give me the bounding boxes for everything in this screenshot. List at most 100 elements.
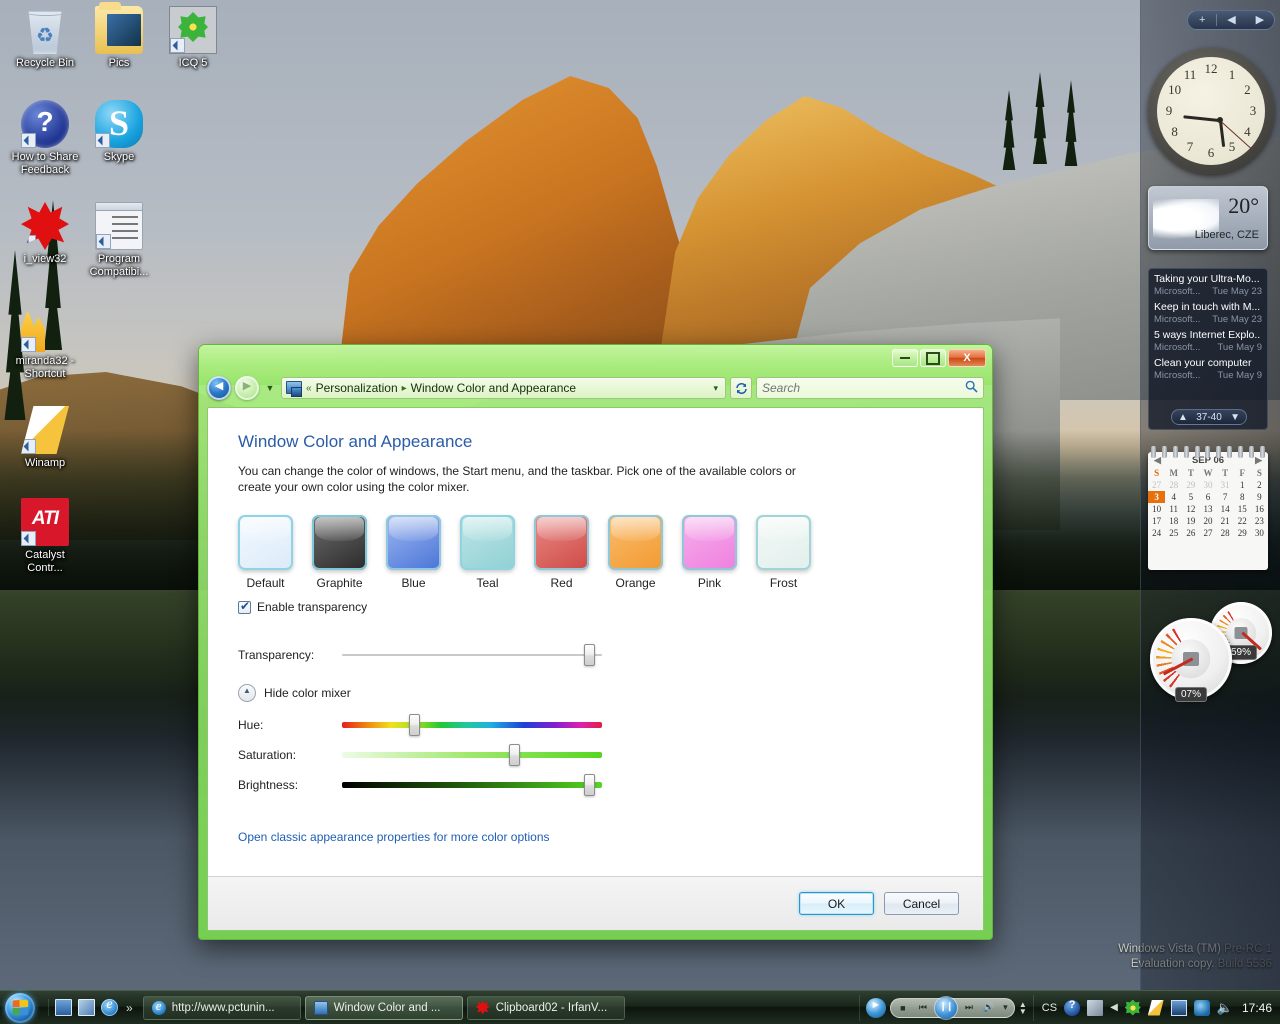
calendar-day-cell[interactable]: 8 (1234, 491, 1251, 503)
calendar-day-cell[interactable]: 14 (1217, 503, 1234, 515)
media-previous-button[interactable]: ⏮ (915, 1002, 931, 1013)
help-icon[interactable] (1064, 999, 1081, 1016)
saturation-slider-row[interactable]: Saturation: (238, 740, 953, 770)
desktop[interactable]: Recycle Bin Pics ICQ 5 How to Share Feedbac… (0, 0, 1280, 1024)
taskbar-clock[interactable]: 17:46 (1240, 1001, 1272, 1015)
media-play-pause-button[interactable] (934, 996, 957, 1019)
desktop-icon-recycle-bin[interactable]: Recycle Bin (8, 6, 82, 70)
brightness-slider-row[interactable]: Brightness: (238, 770, 953, 800)
calendar-day-cell[interactable]: 1 (1234, 479, 1251, 491)
calendar-gadget[interactable]: ◀ SEP 06 ▶ SMTWTFS 27 28 29 30 31 1 2 3 4 5 6 7 8 9 10… (1148, 446, 1268, 570)
transparency-slider[interactable] (342, 644, 602, 666)
brightness-slider-thumb[interactable] (583, 774, 595, 796)
media-volume-caret-icon[interactable]: ▾ (1001, 1002, 1010, 1013)
task-button-list[interactable]: http://www.pctunin... Window Color and ..… (135, 995, 859, 1020)
desktop-icon-miranda32-shortcut[interactable]: miranda32 - Shortcut (8, 304, 82, 381)
windows-sidebar[interactable]: + ◀ ▶ 1 2 3 4 5 6 7 8 9 10 11 12 20° Liberec, CZE (1140, 0, 1280, 1024)
saturation-slider-thumb[interactable] (508, 744, 520, 766)
calendar-day-cell[interactable]: 29 (1182, 479, 1199, 491)
calendar-day-cell[interactable]: 6 (1199, 491, 1216, 503)
brightness-slider[interactable] (342, 774, 602, 796)
calendar-day-cell[interactable]: 4 (1165, 491, 1182, 503)
media-next-button[interactable]: ⏭ (961, 1002, 977, 1013)
taskbar-task-button[interactable]: Window Color and ... (304, 995, 463, 1020)
windows-media-player-icon[interactable] (865, 997, 886, 1018)
transparency-slider-row[interactable]: Transparency: (238, 640, 953, 670)
hue-slider-thumb[interactable] (409, 714, 421, 736)
desktop-icon-winamp[interactable]: Winamp (8, 406, 82, 470)
hue-slider[interactable] (342, 714, 602, 736)
calendar-day-cell[interactable]: 27 (1199, 527, 1216, 539)
start-button[interactable] (0, 992, 46, 1024)
calendar-day-cell[interactable]: 17 (1148, 515, 1165, 527)
calendar-day-cell[interactable]: 26 (1182, 527, 1199, 539)
calendar-day-cell[interactable]: 22 (1234, 515, 1251, 527)
feed-pager-down[interactable]: ▼ (1230, 412, 1240, 423)
cancel-button[interactable]: Cancel (884, 892, 959, 915)
forward-button[interactable] (235, 376, 259, 400)
volume-icon[interactable]: 🔈 (1217, 1000, 1233, 1016)
minimize-button[interactable] (892, 349, 918, 367)
back-button[interactable] (207, 376, 231, 400)
notification-area[interactable]: CS ◀ 🔈 17:46 (1034, 999, 1280, 1016)
language-indicator[interactable]: CS (1042, 1002, 1057, 1014)
saturation-slider[interactable] (342, 744, 602, 766)
color-swatch-pink[interactable]: Pink (682, 515, 737, 590)
breadcrumb-personalization[interactable]: Personalization (316, 381, 398, 395)
deskband-dock-arrows[interactable]: ▲ ▼ (1019, 1000, 1027, 1015)
transparency-slider-thumb[interactable] (583, 644, 595, 666)
cpu-meter-gadget[interactable]: 59% 07% (1148, 600, 1274, 704)
calendar-day-cell[interactable]: 11 (1165, 503, 1182, 515)
calendar-day-cell[interactable]: 15 (1234, 503, 1251, 515)
sidebar-add-gadget-button[interactable]: + (1188, 11, 1216, 29)
taskbar-task-button[interactable]: http://www.pctunin... (142, 995, 301, 1020)
color-swatch-teal[interactable]: Teal (460, 515, 515, 590)
calendar-day-cell[interactable]: 25 (1165, 527, 1182, 539)
sidebar-prev-button[interactable]: ◀ (1217, 11, 1245, 29)
internet-explorer-icon[interactable] (101, 997, 118, 1016)
breadcrumb-overflow-chevrons[interactable]: « (306, 383, 312, 394)
color-swatch-orange[interactable]: Orange (608, 515, 663, 590)
color-swatch-default[interactable]: Default (238, 515, 293, 590)
recent-pages-dropdown-icon[interactable]: ▼ (263, 383, 277, 393)
close-button[interactable]: X (948, 349, 986, 367)
clock-gadget[interactable]: 1 2 3 4 5 6 7 8 9 10 11 12 (1148, 48, 1274, 174)
taskbar[interactable]: » http://www.pctunin... Window Color and … (0, 990, 1280, 1024)
feed-item[interactable]: 5 ways Internet Explo.. Microsoft... Tue M… (1154, 329, 1262, 354)
desktop-icon-program-compatibi[interactable]: Program Compatibi... (82, 202, 156, 279)
quick-launch-bar[interactable] (48, 997, 124, 1016)
enable-transparency-label[interactable]: Enable transparency (257, 600, 367, 614)
calendar-day-cell[interactable]: 29 (1234, 527, 1251, 539)
address-dropdown-icon[interactable]: ▾ (709, 383, 722, 394)
refresh-button[interactable] (730, 377, 752, 399)
calendar-day-cell[interactable]: 7 (1217, 491, 1234, 503)
weather-gadget[interactable]: 20° Liberec, CZE (1148, 186, 1268, 250)
calendar-day-cell[interactable]: 30 (1199, 479, 1216, 491)
calendar-day-cell[interactable]: 31 (1217, 479, 1234, 491)
desktop-icon-skype[interactable]: Skype (82, 100, 156, 164)
chevron-left-icon[interactable]: ◀ (1110, 1002, 1118, 1013)
feed-item[interactable]: Keep in touch with M... Microsoft... Tue M… (1154, 301, 1262, 326)
calendar-day-cell[interactable]: 12 (1182, 503, 1199, 515)
feed-headlines-gadget[interactable]: Taking your Ultra-Mo... Microsoft... Tue M… (1148, 268, 1268, 430)
winamp-icon[interactable] (1147, 999, 1164, 1016)
classic-appearance-link[interactable]: Open classic appearance properties for m… (238, 830, 550, 844)
window-color-and-appearance-window[interactable]: X ▼ « Personalization ▸ Window Color and… (198, 344, 993, 940)
sidebar-next-button[interactable]: ▶ (1246, 11, 1274, 29)
display-icon[interactable] (1170, 999, 1187, 1016)
calendar-day-cell[interactable]: 27 (1148, 479, 1165, 491)
media-stop-button[interactable]: ■ (895, 1003, 911, 1013)
media-volume-icon[interactable]: 🔊 (981, 1002, 997, 1013)
network-globe-icon[interactable] (1193, 999, 1210, 1016)
desktop-icon-catalyst-contr[interactable]: Catalyst Contr... (8, 498, 82, 575)
enable-transparency-row[interactable]: Enable transparency (238, 599, 953, 614)
calendar-day-cell[interactable]: 30 (1251, 527, 1268, 539)
show-desktop-icon[interactable] (55, 999, 72, 1016)
search-input[interactable] (762, 381, 965, 395)
navigation-bar[interactable]: ▼ « Personalization ▸ Window Color and A… (207, 373, 984, 403)
calendar-day-cell[interactable]: 19 (1182, 515, 1199, 527)
desktop-icon-how-to-share-feedback[interactable]: How to Share Feedback (8, 100, 82, 177)
calendar-day-cell[interactable]: 16 (1251, 503, 1268, 515)
color-swatch-graphite[interactable]: Graphite (312, 515, 367, 590)
calendar-day-cell[interactable]: 20 (1199, 515, 1216, 527)
